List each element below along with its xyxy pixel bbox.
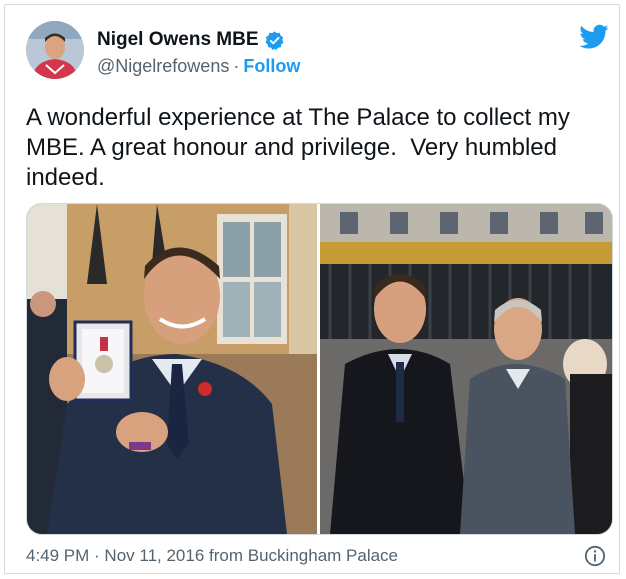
author-handle-row: @Nigelrefowens · Follow <box>97 56 300 77</box>
avatar-image <box>26 21 84 79</box>
tweet-meta: 4:49 PM · Nov 11, 2016 from Buckingham P… <box>26 546 398 566</box>
author-handle[interactable]: @Nigelrefowens <box>97 56 229 76</box>
author-name-row: Nigel Owens MBE <box>97 29 285 51</box>
separator-dot: · <box>233 56 240 76</box>
tweet-media[interactable] <box>26 203 613 535</box>
tweet-timestamp[interactable]: 4:49 PM · Nov 11, 2016 <box>26 546 204 565</box>
twitter-bird-icon[interactable] <box>579 24 609 50</box>
photo-medal-image <box>27 204 317 534</box>
photo-medal-holder[interactable] <box>27 204 317 534</box>
info-icon[interactable] <box>584 545 606 567</box>
tweet-card: Nigel Owens MBE @Nigelrefowens · Follow A … <box>4 4 620 574</box>
follow-button[interactable]: Follow <box>243 56 300 76</box>
photo-palace-gates[interactable] <box>320 204 612 534</box>
photo-palace-image <box>320 204 612 534</box>
author-display-name[interactable]: Nigel Owens MBE <box>97 29 259 51</box>
avatar[interactable] <box>26 21 84 79</box>
verified-badge-icon <box>265 30 284 50</box>
tweet-text: A wonderful experience at The Palace to … <box>26 104 570 191</box>
tweet-source: from Buckingham Palace <box>209 546 399 565</box>
